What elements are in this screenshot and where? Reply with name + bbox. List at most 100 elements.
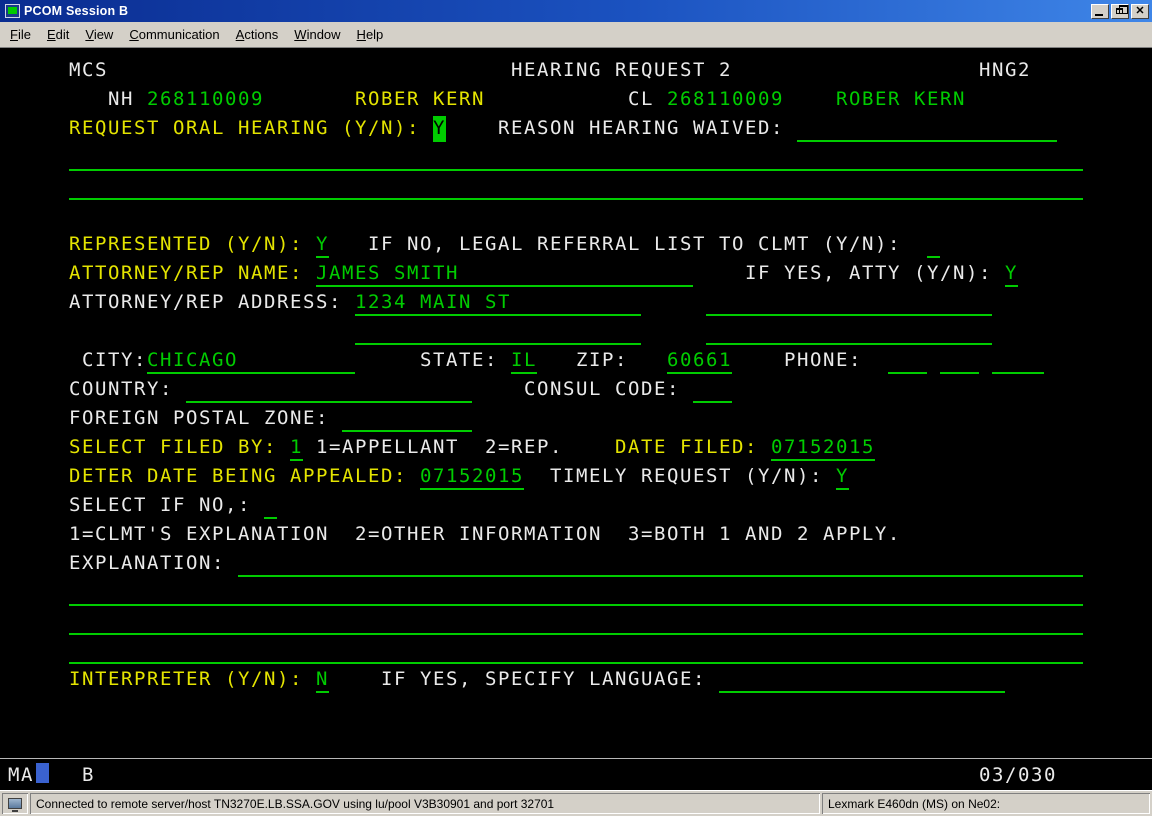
terminal-label: CL xyxy=(628,87,654,113)
terminal-row: ATTORNEY/REP NAME: JAMES SMITH IF YES, ATT… xyxy=(0,261,1152,290)
terminal-label: MCS xyxy=(69,58,108,84)
menu-actions[interactable]: Actions xyxy=(228,23,287,46)
terminal-label: INTERPRETER (Y/N): xyxy=(69,667,303,693)
terminal-field[interactable]: 07152015 xyxy=(420,464,524,490)
terminal-label: IF YES, SPECIFY LANGUAGE: xyxy=(381,667,706,693)
terminal-label: REPRESENTED (Y/N): xyxy=(69,232,303,258)
close-icon: ✕ xyxy=(1135,6,1144,17)
terminal-field[interactable] xyxy=(797,116,1057,142)
menu-help[interactable]: Help xyxy=(349,23,392,46)
terminal-row: ATTORNEY/REP ADDRESS: 1234 MAIN ST xyxy=(0,290,1152,319)
terminal-field[interactable] xyxy=(264,493,277,519)
terminal-field[interactable]: 07152015 xyxy=(771,435,875,461)
menu-edit[interactable]: Edit xyxy=(39,23,77,46)
oia-status-block xyxy=(36,763,49,783)
terminal-field[interactable]: IL xyxy=(511,348,537,374)
status-icon-panel xyxy=(2,793,28,814)
terminal-row: DETER DATE BEING APPEALED: 07152015 TIMELY… xyxy=(0,464,1152,493)
minimize-icon xyxy=(1095,14,1103,16)
terminal-label: DETER DATE BEING APPEALED: xyxy=(69,464,407,490)
terminal-label: ZIP: xyxy=(576,348,628,374)
terminal-label: IF NO, LEGAL REFERRAL LIST TO CLMT (Y/N)… xyxy=(368,232,901,258)
terminal-field[interactable]: N xyxy=(316,667,329,693)
terminal-row: SELECT IF NO,: xyxy=(0,493,1152,522)
terminal-field[interactable]: Y xyxy=(1005,261,1018,287)
oia-session-id: B xyxy=(82,763,95,787)
terminal-row: CITY:CHICAGOSTATE:ILZIP:60661PHONE: xyxy=(0,348,1152,377)
menu-view[interactable]: View xyxy=(77,23,121,46)
terminal-cursor-field[interactable]: Y xyxy=(433,116,446,142)
terminal-field[interactable] xyxy=(719,667,1005,693)
terminal-label: DATE FILED: xyxy=(615,435,758,461)
terminal-field[interactable] xyxy=(888,348,927,374)
terminal-label: TIMELY REQUEST (Y/N): xyxy=(550,464,823,490)
terminal-field[interactable]: 1 xyxy=(290,435,303,461)
terminal-row xyxy=(0,319,1152,348)
terminal-row: INTERPRETER (Y/N): N IF YES, SPECIFY LANGU… xyxy=(0,667,1152,696)
terminal-row: COUNTRY: CONSUL CODE: xyxy=(0,377,1152,406)
terminal-label: COUNTRY: xyxy=(69,377,173,403)
oia-cursor-position: 03/030 xyxy=(979,763,1057,787)
terminal-field[interactable] xyxy=(69,580,1083,606)
terminal-field[interactable] xyxy=(69,174,1083,200)
terminal-field[interactable] xyxy=(940,348,979,374)
connection-icon xyxy=(8,798,22,809)
terminal-label: 1=APPELLANT xyxy=(316,435,459,461)
terminal-label: STATE: xyxy=(420,348,498,374)
terminal-label: SELECT IF NO,: xyxy=(69,493,251,519)
terminal-label: 268110009 xyxy=(667,87,784,113)
terminal-screen[interactable]: MCSHEARING REQUEST 2HNG2NH268110009ROBER… xyxy=(0,48,1152,758)
terminal-row: MCSHEARING REQUEST 2HNG2 xyxy=(0,58,1152,87)
titlebar: PCOM Session B ✕ xyxy=(0,0,1152,22)
terminal-label: ATTORNEY/REP ADDRESS: xyxy=(69,290,342,316)
terminal-label: SELECT FILED BY: xyxy=(69,435,277,461)
terminal-field[interactable] xyxy=(238,551,1083,577)
terminal-label: CONSUL CODE: xyxy=(524,377,680,403)
terminal-row xyxy=(0,609,1152,638)
restore-button[interactable] xyxy=(1111,4,1129,19)
terminal-label: 2=REP. xyxy=(485,435,563,461)
terminal-field[interactable] xyxy=(342,406,472,432)
terminal-label: ATTORNEY/REP NAME: xyxy=(69,261,303,287)
terminal-label: IF YES, ATTY (Y/N): xyxy=(745,261,992,287)
terminal-field[interactable]: JAMES SMITH xyxy=(316,261,693,287)
terminal-field[interactable] xyxy=(69,638,1083,664)
terminal-field[interactable] xyxy=(706,319,992,345)
terminal-field[interactable]: Y xyxy=(316,232,329,258)
terminal-row: REPRESENTED (Y/N): Y IF NO, LEGAL REFERRAL… xyxy=(0,232,1152,261)
terminal-field[interactable] xyxy=(992,348,1044,374)
terminal-label: PHONE: xyxy=(784,348,862,374)
menubar: File Edit View Communication Actions Win… xyxy=(0,22,1152,48)
app-icon xyxy=(5,4,20,18)
status-printer: Lexmark E460dn (MS) on Ne02: xyxy=(822,793,1150,814)
terminal-row xyxy=(0,174,1152,203)
terminal-row xyxy=(0,145,1152,174)
terminal-label: 268110009 xyxy=(147,87,264,113)
terminal-field[interactable] xyxy=(706,290,992,316)
terminal-label: ROBER KERN xyxy=(355,87,485,113)
oia-bar: MA B 03/030 xyxy=(0,758,1152,790)
terminal-label: ROBER KERN xyxy=(836,87,966,113)
terminal-field[interactable] xyxy=(69,609,1083,635)
terminal-field[interactable]: 60661 xyxy=(667,348,732,374)
terminal-field[interactable]: 1234 MAIN ST xyxy=(355,290,641,316)
close-button[interactable]: ✕ xyxy=(1131,4,1149,19)
menu-communication[interactable]: Communication xyxy=(121,23,227,46)
terminal-row xyxy=(0,580,1152,609)
terminal-field[interactable] xyxy=(69,145,1083,171)
terminal-field[interactable] xyxy=(693,377,732,403)
status-connection: Connected to remote server/host TN3270E.… xyxy=(30,793,820,814)
minimize-button[interactable] xyxy=(1091,4,1109,19)
terminal-row xyxy=(0,638,1152,667)
terminal-field[interactable] xyxy=(927,232,940,258)
statusbar: Connected to remote server/host TN3270E.… xyxy=(0,790,1152,816)
terminal-field[interactable] xyxy=(355,319,641,345)
terminal-field[interactable]: Y xyxy=(836,464,849,490)
terminal-label: EXPLANATION: xyxy=(69,551,225,577)
terminal-field[interactable] xyxy=(186,377,472,403)
terminal-label: REQUEST ORAL HEARING (Y/N): xyxy=(69,116,420,142)
terminal-field[interactable]: CHICAGO xyxy=(147,348,355,374)
menu-file[interactable]: File xyxy=(2,23,39,46)
menu-window[interactable]: Window xyxy=(286,23,348,46)
terminal-label: 1=CLMT'S EXPLANATION 2=OTHER INFORMATION… xyxy=(69,522,901,548)
